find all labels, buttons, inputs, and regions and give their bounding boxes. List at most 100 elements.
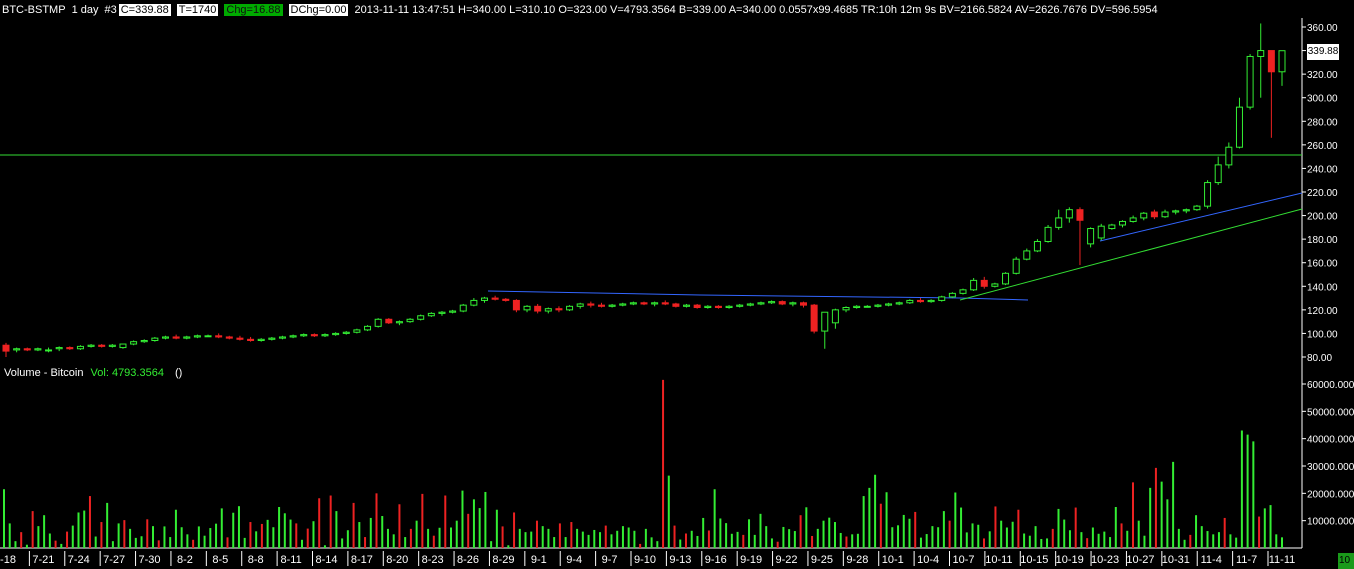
x-tick-label: 8-14 [315, 554, 337, 566]
candle-body [225, 336, 233, 339]
candle-body [1225, 146, 1233, 166]
x-tick-label: 10-11 [985, 554, 1012, 566]
candle-body [714, 305, 722, 309]
candle-body [438, 311, 446, 314]
candle-body [45, 349, 53, 352]
candle-body [23, 348, 31, 351]
candle-body [1023, 250, 1031, 260]
candle-body [1214, 164, 1222, 184]
volume-tick-label: 10000.000 [1307, 517, 1354, 528]
x-tick-label: 10-7 [952, 554, 974, 566]
x-tick-label: 10-1 [882, 554, 904, 566]
blue-trend-line-1 [487, 290, 1029, 301]
candle-body [629, 302, 637, 305]
candle-body [597, 304, 605, 307]
x-tick-label: 11-4 [1201, 554, 1222, 566]
candle-body [800, 302, 807, 306]
x-tick-label: 10-31 [1162, 554, 1190, 566]
x-tick-label: 7-21 [32, 554, 54, 566]
candle-body [268, 337, 276, 340]
candle-body [1204, 182, 1212, 207]
price-volume-chart: 80.00 100.00 120.00 140.00 160.00 180.00 200.0… [0, 18, 1354, 566]
x-tick-label: 8-5 [212, 554, 228, 566]
x-tick-label: 9-4 [566, 554, 582, 566]
candle-body [353, 329, 361, 333]
candle-body [693, 304, 701, 308]
candle-body [257, 338, 265, 342]
candle-body [310, 334, 318, 337]
candle-body [1033, 241, 1041, 252]
change-box: Chg=16.88 [224, 4, 283, 16]
candle-body [980, 279, 988, 287]
candle-body [842, 307, 850, 311]
x-tick-label: 7-30 [139, 554, 161, 566]
candle-body [1129, 217, 1137, 222]
candle-body [789, 302, 797, 305]
x-tick-label: 8-11 [281, 554, 302, 566]
candle-body [1097, 225, 1105, 239]
candle-body [895, 302, 903, 305]
x-tick-label: 8-23 [422, 554, 444, 566]
price-tick-label: 80.00 [1307, 353, 1332, 364]
price-tick-label: 180.00 [1307, 235, 1338, 246]
x-tick-label: 8-8 [248, 554, 264, 566]
dchange-box: DChg=0.00 [288, 4, 349, 16]
price-tick-label: 100.00 [1307, 329, 1338, 340]
chart-header: BTC-BSTMP 1 day #3 C=339.88 T=1740 Chg=1… [2, 2, 1164, 18]
candle-body [459, 304, 467, 312]
candle-body [1150, 211, 1158, 218]
candle-body [1140, 212, 1148, 219]
x-tick-label: 10-4 [917, 554, 939, 566]
candle-body [757, 302, 765, 305]
candle-body [768, 301, 776, 304]
candle-body [98, 344, 106, 347]
candle-body [906, 299, 914, 304]
x-tick-label: 8-20 [386, 554, 408, 566]
x-tick-label: 9-25 [811, 554, 833, 566]
candle-body [587, 303, 595, 306]
green-trend-line [959, 208, 1303, 301]
candle-body [874, 304, 882, 307]
candle-body [959, 289, 967, 294]
x-tick-label: 9-22 [776, 554, 798, 566]
x-tick-label: 9-1 [531, 554, 547, 566]
price-tick-label: 360.00 [1307, 23, 1338, 34]
candle-body [108, 344, 116, 347]
x-tick-label: 7-27 [103, 554, 125, 566]
candle-body [1055, 217, 1063, 228]
candle-body [1044, 226, 1052, 243]
candle-body [66, 347, 74, 350]
candle-body [55, 347, 63, 350]
candle-body [948, 292, 956, 298]
last-price-badge: 339.88 [1307, 44, 1339, 60]
candle-body [651, 302, 659, 305]
price-tick-label: 120.00 [1307, 306, 1338, 317]
candle-body [1246, 55, 1254, 108]
candle-body [810, 304, 818, 332]
candle-body [778, 301, 786, 305]
volume-tick-label: 50000.000 [1307, 407, 1354, 418]
volume-tick-label: 30000.000 [1307, 462, 1354, 473]
candle-body [853, 305, 861, 309]
candle-body [566, 305, 574, 311]
price-tick-label: 260.00 [1307, 141, 1338, 152]
candle-body [1108, 224, 1116, 230]
candle-body [374, 318, 382, 327]
candle-body [162, 336, 169, 339]
candle-body [2, 344, 10, 352]
x-tick-label: 10-15 [1020, 554, 1048, 566]
candle-body [544, 308, 552, 312]
candle-body [1267, 50, 1275, 73]
volume-header: Volume - Bitcoin Vol: 4793.3564 () [4, 367, 182, 379]
candle-body [289, 335, 297, 338]
candle-body [1065, 209, 1073, 219]
candle-body [13, 348, 21, 351]
x-tick-label: 11-11 [1269, 554, 1296, 566]
volume-title: Volume - Bitcoin [4, 367, 84, 379]
volume-tick-label: 20000.000 [1307, 489, 1354, 500]
candle-body [672, 303, 680, 307]
x-tick-label: 10-23 [1091, 554, 1119, 566]
price-tick-label: 220.00 [1307, 188, 1338, 199]
x-tick-label: 8-2 [177, 554, 193, 566]
candle-body [193, 335, 201, 338]
